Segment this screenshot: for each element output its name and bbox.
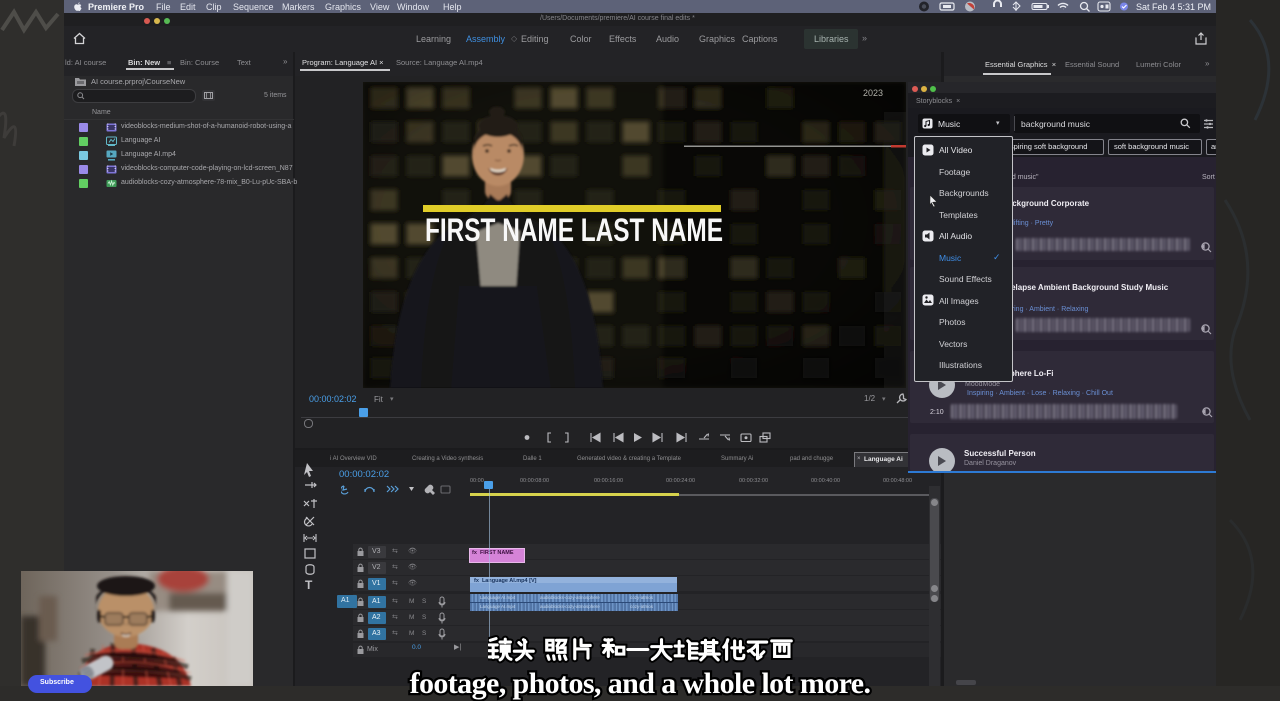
svg-text:2023: 2023 [863,88,883,98]
svg-text:T: T [305,578,313,591]
svg-text:FIRST NAME LAST NAME: FIRST NAME LAST NAME [425,212,723,248]
